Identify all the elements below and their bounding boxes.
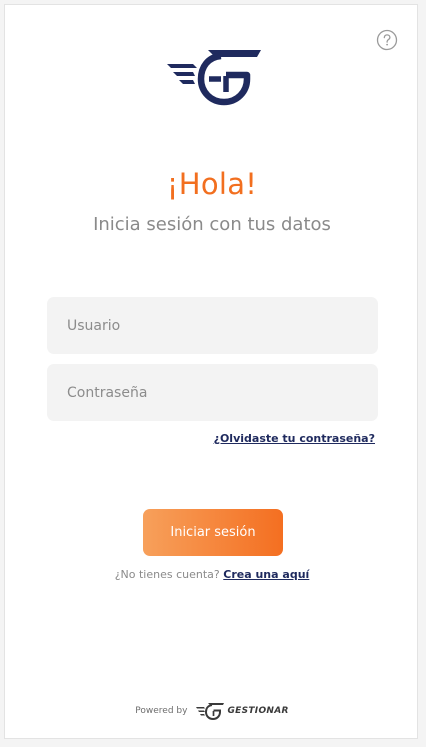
login-button[interactable]: Iniciar sesión	[143, 509, 283, 556]
username-input[interactable]	[47, 297, 378, 354]
register-link[interactable]: Crea una aquí	[223, 568, 309, 581]
powered-by-label: Powered by	[135, 706, 188, 716]
gestionar-logo	[163, 47, 263, 107]
brand-name: GESTIONAR	[227, 706, 289, 716]
register-prompt: ¿No tienes cuenta? Crea una aquí	[5, 568, 419, 581]
password-input[interactable]	[47, 364, 378, 421]
forgot-password-link[interactable]: ¿Olvidaste tu contraseña?	[214, 432, 375, 445]
gestionar-logo-icon	[167, 50, 261, 106]
help-button[interactable]	[376, 29, 398, 51]
gestionar-small-logo-icon	[196, 703, 225, 720]
question-circle-icon	[376, 29, 398, 51]
footer: Powered by GESTIONAR	[5, 701, 419, 721]
greeting-title: ¡Hola!	[166, 167, 258, 201]
register-text: ¿No tienes cuenta?	[114, 568, 220, 581]
login-subtitle: Inicia sesión con tus datos	[93, 214, 331, 235]
login-card: ¡Hola! Inicia sesión con tus datos ¿Olvi…	[4, 4, 418, 739]
footer-brand: GESTIONAR	[195, 702, 288, 720]
